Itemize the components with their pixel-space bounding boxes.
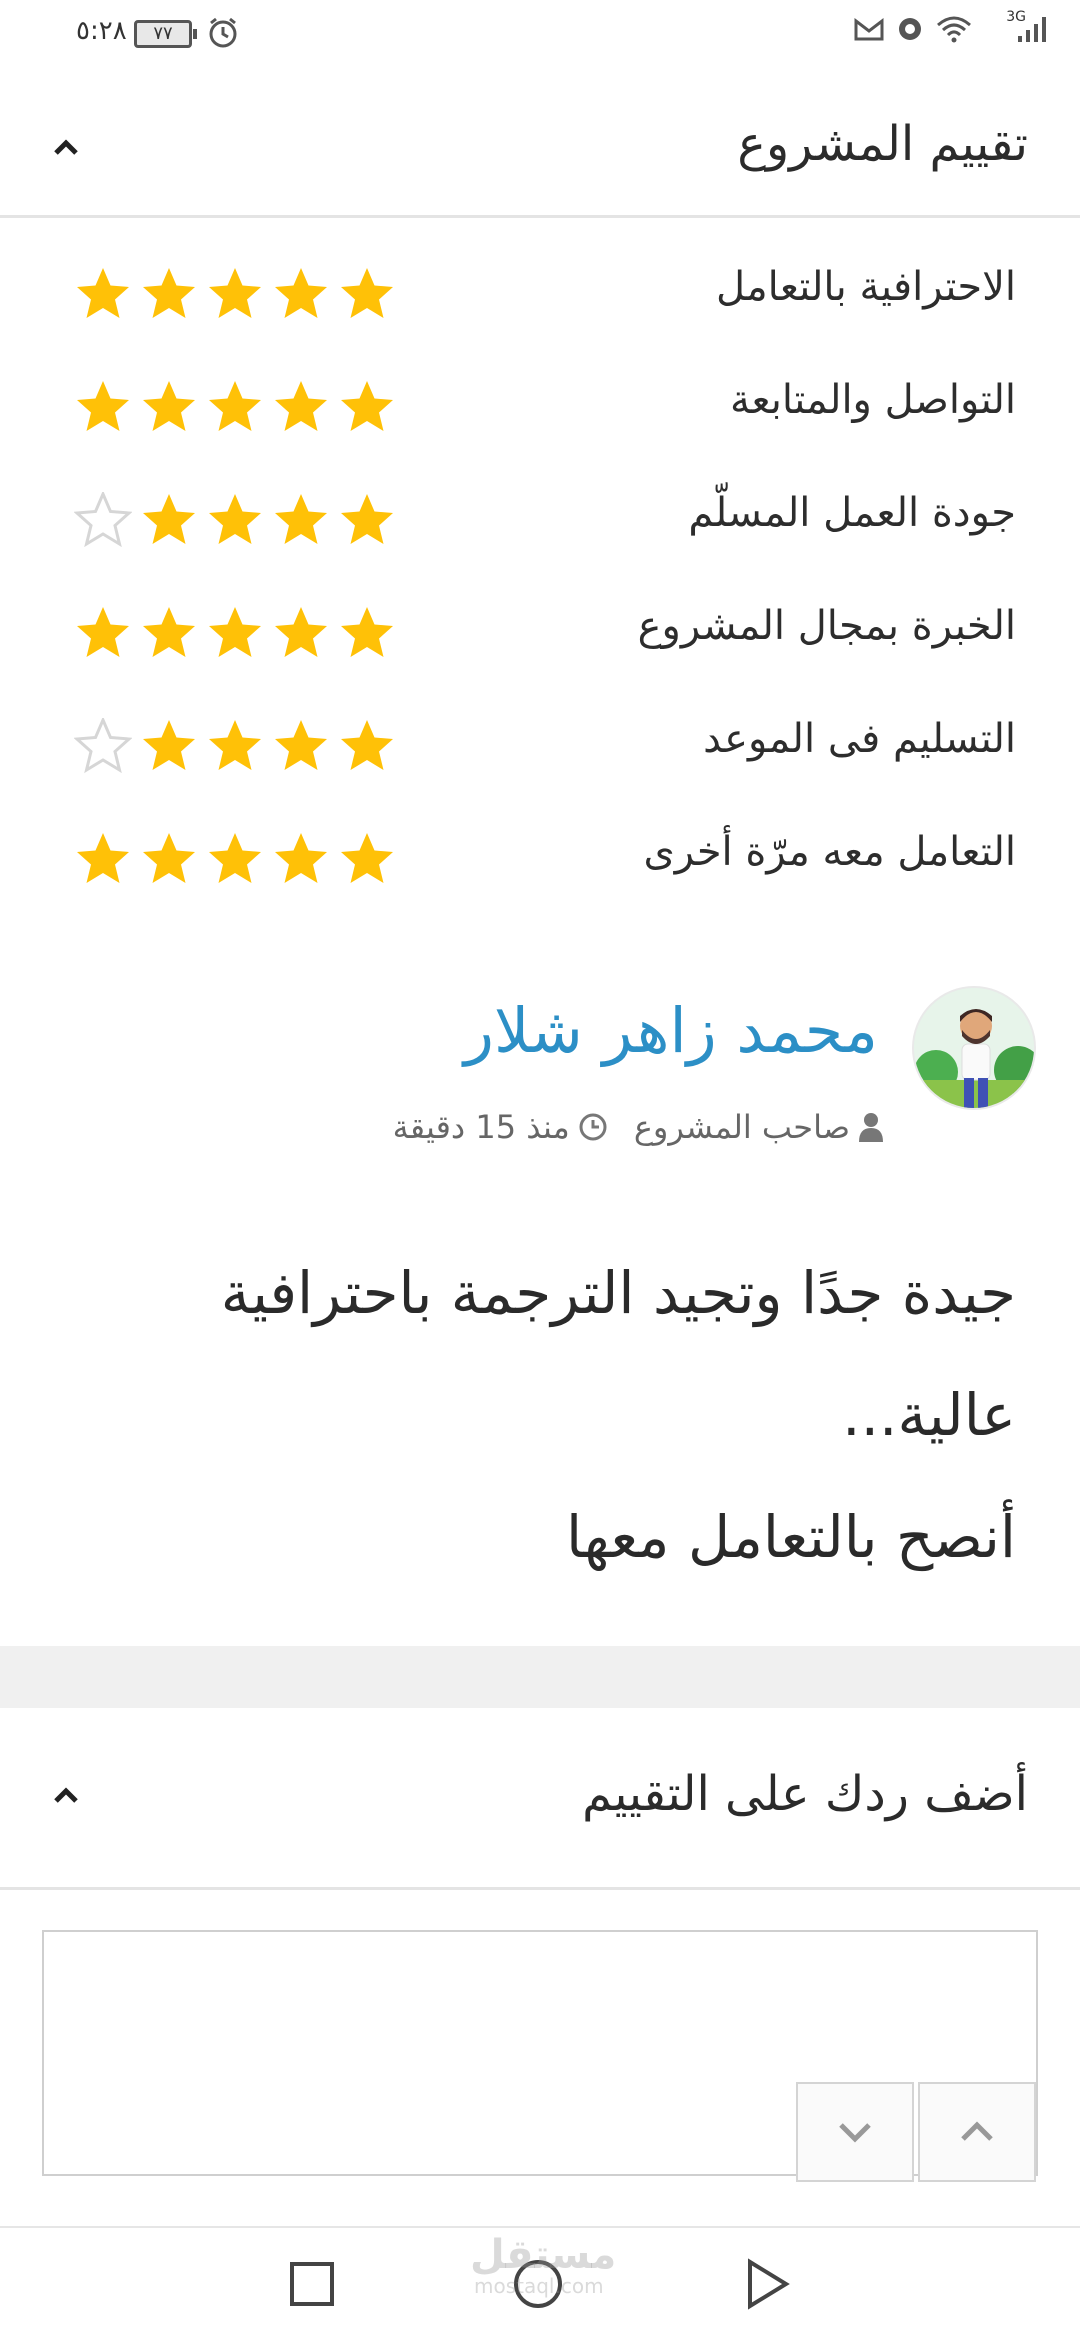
star-filled-icon — [143, 833, 195, 883]
rating-row: التسليم فى الموعد — [0, 694, 1080, 794]
collapse-reply-button[interactable] — [44, 1774, 88, 1818]
rating-row: الخبرة بمجال المشروع — [0, 581, 1080, 681]
chevron-up-icon — [54, 139, 78, 155]
status-time: ٥:٢٨ — [76, 16, 127, 46]
clock-icon — [579, 1113, 607, 1141]
avatar-image — [914, 988, 1034, 1108]
rating-row: الاحترافية بالتعامل — [0, 242, 1080, 342]
star-filled-icon — [341, 833, 393, 883]
review-text-line-1: جيدة جدًا وتجيد الترجمة باحترافية — [220, 1259, 1016, 1327]
star-filled-icon — [275, 833, 327, 883]
rating-label: جودة العمل المسلّم — [688, 490, 1016, 536]
review-text-line-3: أنصح بالتعامل معها — [566, 1503, 1016, 1571]
triangle-back-icon — [748, 2258, 790, 2310]
review-text-line-2: عالية... — [842, 1381, 1016, 1449]
star-filled-icon — [209, 381, 261, 431]
star-filled-icon — [209, 720, 261, 770]
star-filled-icon — [209, 833, 261, 883]
rating-label: التسليم فى الموعد — [703, 716, 1016, 762]
star-filled-icon — [77, 607, 129, 657]
project-rating-header[interactable]: تقييم المشروع — [0, 72, 1080, 218]
star-filled-icon — [209, 607, 261, 657]
network-type: 3G — [1006, 9, 1026, 25]
chevron-down-icon — [839, 2123, 871, 2143]
alarm-icon — [209, 17, 237, 48]
star-filled-icon — [341, 381, 393, 431]
watermark-domain: mostaql.com — [474, 2274, 604, 2298]
star-filled-icon — [341, 268, 393, 318]
star-filled-icon — [209, 494, 261, 544]
star-empty-icon — [74, 492, 132, 548]
star-filled-icon — [341, 720, 393, 770]
review-text: جيدة جدًا وتجيد الترجمة باحترافية عالية.… — [66, 1232, 1016, 1598]
chevron-up-icon — [961, 2121, 993, 2141]
rating-label: التواصل والمتابعة — [730, 377, 1016, 423]
gmail-icon — [854, 17, 884, 41]
reviewer-name-link[interactable]: محمد زاهر شلار — [464, 994, 878, 1067]
reply-header[interactable]: أضف ردك على التقييم — [0, 1710, 1080, 1890]
star-filled-icon — [275, 607, 327, 657]
rating-row: جودة العمل المسلّم — [0, 468, 1080, 568]
reviewer-role: صاحب المشروع — [634, 1108, 884, 1146]
rating-stars — [74, 605, 396, 661]
status-icons: 3G — [854, 9, 1050, 44]
scroll-up-button[interactable] — [918, 2082, 1036, 2182]
battery-icon: ٧٧ — [134, 20, 197, 48]
rating-stars — [74, 718, 396, 774]
star-filled-icon — [275, 381, 327, 431]
star-filled-icon — [143, 607, 195, 657]
star-filled-icon — [143, 494, 195, 544]
star-filled-icon — [341, 494, 393, 544]
star-filled-icon — [209, 268, 261, 318]
star-filled-icon — [77, 833, 129, 883]
review-meta: صاحب المشروع منذ 15 دقيقة — [393, 1108, 884, 1146]
star-filled-icon — [143, 381, 195, 431]
rating-stars — [74, 492, 396, 548]
review-time-text: منذ 15 دقيقة — [392, 1108, 570, 1146]
review-time: منذ 15 دقيقة — [393, 1108, 608, 1146]
star-filled-icon — [275, 268, 327, 318]
user-icon — [859, 1113, 883, 1142]
reply-title: أضف ردك على التقييم — [582, 1766, 1028, 1822]
recent-apps-button[interactable] — [282, 2254, 342, 2314]
star-filled-icon — [275, 494, 327, 544]
chevron-up-icon — [54, 1787, 78, 1803]
rating-label: الاحترافية بالتعامل — [715, 264, 1016, 310]
star-filled-icon — [77, 381, 129, 431]
square-icon — [290, 2262, 334, 2306]
star-filled-icon — [77, 268, 129, 318]
scroll-down-button[interactable] — [796, 2082, 914, 2182]
section-divider — [0, 1646, 1080, 1708]
rating-label: التعامل معه مرّة أخرى — [643, 829, 1016, 875]
project-rating-title: تقييم المشروع — [737, 116, 1028, 172]
star-filled-icon — [341, 607, 393, 657]
star-filled-icon — [143, 720, 195, 770]
collapse-rating-button[interactable] — [44, 126, 88, 170]
wifi-icon — [937, 16, 972, 43]
rating-label: الخبرة بمجال المشروع — [637, 603, 1016, 649]
reviewer-role-text: صاحب المشروع — [633, 1108, 850, 1146]
watermark-logo: مستقل — [470, 2232, 617, 2278]
rating-row: التعامل معه مرّة أخرى — [0, 807, 1080, 907]
status-bar: ٥:٢٨ ٧٧ 3G — [0, 0, 1080, 70]
back-button[interactable] — [738, 2254, 798, 2314]
app-notification-icon — [899, 18, 922, 40]
rating-row: التواصل والمتابعة — [0, 355, 1080, 455]
avatar[interactable] — [912, 986, 1036, 1110]
rating-stars — [74, 831, 396, 887]
star-filled-icon — [275, 720, 327, 770]
rating-stars — [74, 379, 396, 435]
star-filled-icon — [143, 268, 195, 318]
star-empty-icon — [74, 718, 132, 774]
rating-stars — [74, 266, 396, 322]
